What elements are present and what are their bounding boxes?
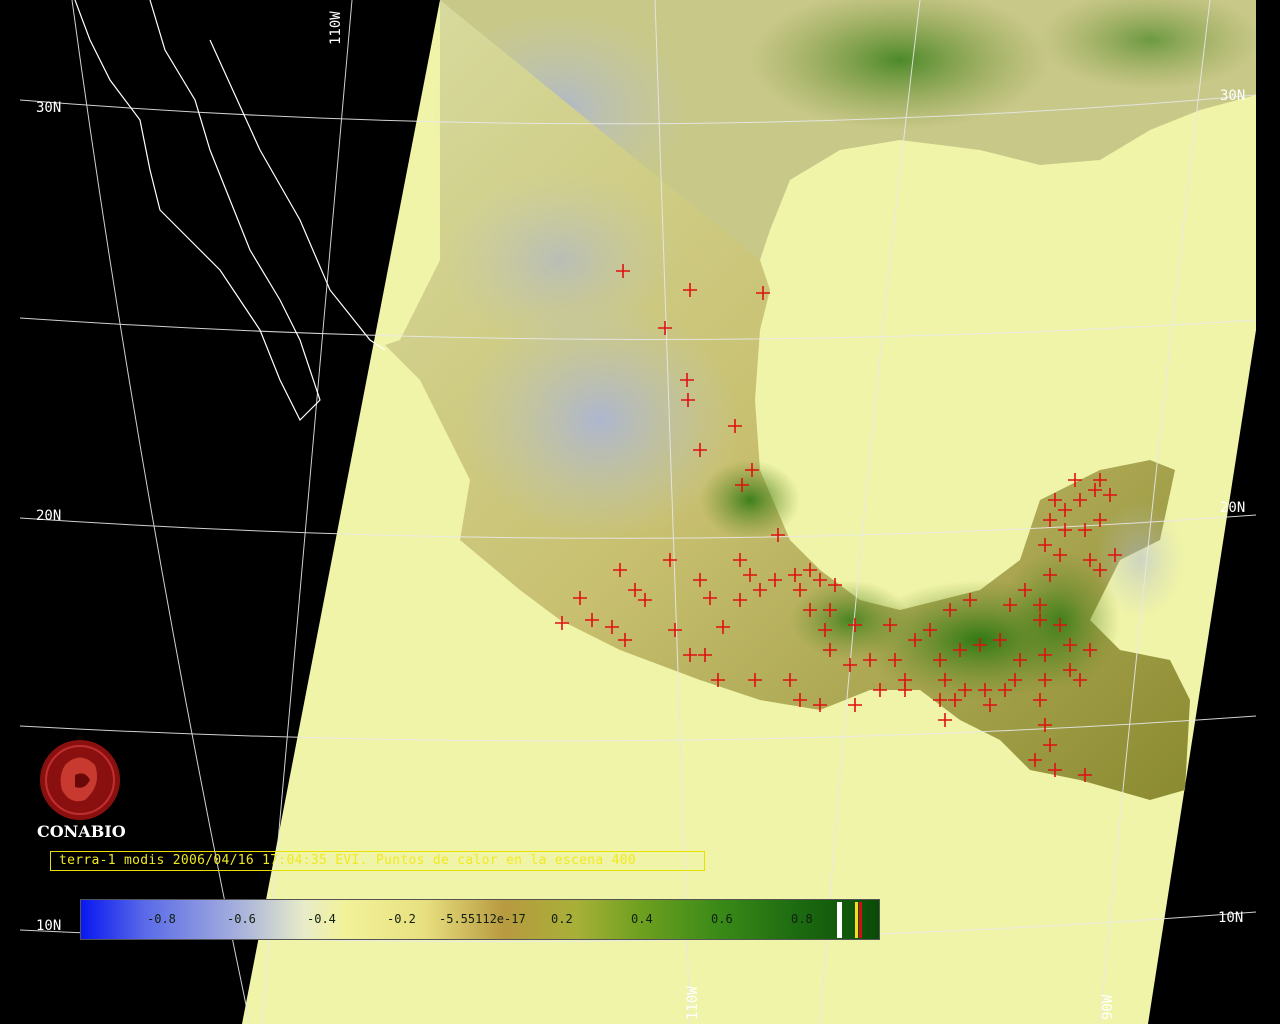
lon-label-110w-top: 110W [328, 11, 344, 45]
colorbar-tick: 0.6 [711, 912, 733, 926]
lon-label-110w-bottom: 110W [685, 986, 701, 1020]
colorbar-tick: 0.4 [631, 912, 653, 926]
lat-label-20n-right: 20N [1220, 500, 1245, 516]
scene-caption: terra-1 modis 2006/04/16 17:04:35 EVI. P… [50, 851, 705, 871]
colorbar-swatch-yellow [855, 902, 858, 938]
colorbar-tick: 0.8 [791, 912, 813, 926]
lon-label-90w-bottom: 90W [1100, 994, 1116, 1020]
colorbar-tick: -0.8 [147, 912, 176, 926]
lat-label-30n-right: 30N [1220, 88, 1245, 104]
colorbar-tick: -0.6 [227, 912, 256, 926]
colorbar-tick: 0.2 [551, 912, 573, 926]
evi-colorbar: -0.8 -0.6 -0.4 -0.2 -5.55112e-17 0.2 0.4… [80, 899, 880, 940]
lat-label-10n-left: 10N [36, 918, 61, 934]
lat-label-20n-left: 20N [36, 508, 61, 524]
colorbar-tick: -0.2 [387, 912, 416, 926]
lat-label-10n-right: 10N [1218, 910, 1243, 926]
colorbar-tick: -0.4 [307, 912, 336, 926]
conabio-logo-text: CONABIO [37, 822, 126, 841]
colorbar-swatch-white [837, 902, 842, 938]
lat-label-30n-left: 30N [36, 100, 61, 116]
colorbar-swatch-red [859, 902, 862, 938]
colorbar-tick: -5.55112e-17 [439, 912, 526, 926]
